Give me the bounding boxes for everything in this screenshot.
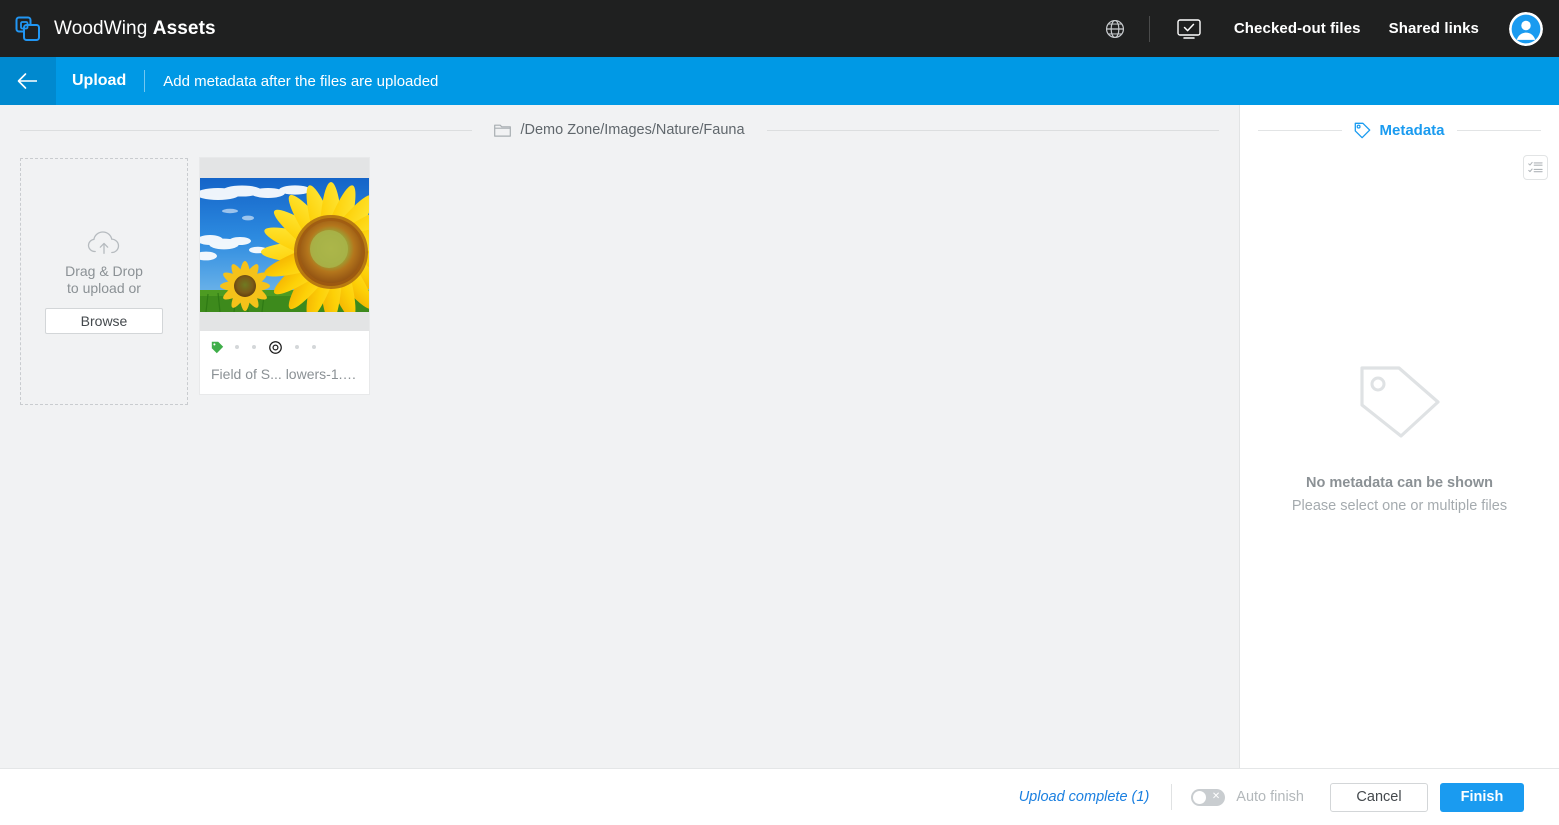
breadcrumb-path: /Demo Zone/Images/Nature/Fauna <box>520 122 745 138</box>
monitor-check-icon <box>1177 18 1201 39</box>
metadata-empty-subtitle: Please select one or multiple files <box>1291 498 1508 514</box>
metadata-panel-header: Metadata <box>1240 105 1559 155</box>
asset-card[interactable]: Field of S... lowers-1.jpg <box>200 158 369 394</box>
metadata-header-center[interactable]: Metadata <box>1342 122 1456 139</box>
upload-footer-bar: Upload complete (1) ✕ Auto finish Cancel… <box>0 768 1559 825</box>
asset-status-indicators <box>211 340 358 354</box>
woodwing-logo-icon <box>15 16 40 41</box>
large-tag-icon <box>1359 366 1440 438</box>
status-dot <box>295 345 299 349</box>
shared-links-link[interactable]: Shared links <box>1375 20 1493 37</box>
tag-icon <box>1355 122 1371 138</box>
status-dot <box>312 345 316 349</box>
upload-action-bar: Upload Add metadata after the files are … <box>0 57 1559 105</box>
metadata-rule-left <box>1258 129 1343 131</box>
toggle-knob <box>1193 790 1207 804</box>
asset-filename: Field of S... lowers-1.jpg <box>211 366 358 382</box>
dropzone-line-1: Drag & Drop <box>65 262 143 279</box>
upload-status-text: Upload complete (1) <box>1018 789 1150 805</box>
header-divider <box>1148 15 1150 42</box>
breadcrumb[interactable]: /Demo Zone/Images/Nature/Fauna <box>472 122 766 138</box>
language-globe-button[interactable] <box>1095 9 1135 49</box>
status-dot <box>252 345 256 349</box>
globe-icon <box>1105 19 1124 38</box>
copyright-status-icon[interactable] <box>269 340 282 354</box>
upload-screen: WoodWing Assets Checked-out files Shared… <box>0 0 1559 825</box>
back-button[interactable] <box>0 57 56 105</box>
browse-button[interactable]: Browse <box>45 307 163 334</box>
breadcrumb-rule-right <box>766 129 1219 131</box>
metadata-panel-title: Metadata <box>1379 121 1445 139</box>
sunflower-field-thumbnail <box>200 177 369 312</box>
auto-finish-label: Auto finish <box>1236 789 1304 805</box>
breadcrumb-rule-left <box>20 129 473 131</box>
folder-icon <box>494 124 512 137</box>
upload-grid: Drag & Drop to upload or Browse Field of… <box>0 155 1239 405</box>
metadata-toolbar <box>1240 155 1559 193</box>
dropzone-line-2: to upload or <box>67 279 141 296</box>
tag-status-icon[interactable] <box>211 341 224 354</box>
checklist-icon <box>1528 161 1543 173</box>
metadata-empty-title: No metadata can be shown <box>1306 475 1493 491</box>
cancel-button[interactable]: Cancel <box>1330 782 1428 812</box>
app-header: WoodWing Assets Checked-out files Shared… <box>0 0 1559 57</box>
arrow-left-icon <box>17 73 37 89</box>
header-actions: Checked-out files Shared links <box>1095 9 1543 49</box>
status-dot <box>235 345 239 349</box>
action-bar-divider <box>144 70 146 92</box>
breadcrumb-row: /Demo Zone/Images/Nature/Fauna <box>0 105 1239 155</box>
asset-card-meta: Field of S... lowers-1.jpg <box>200 331 369 394</box>
asset-thumbnail[interactable] <box>200 158 369 331</box>
brand[interactable]: WoodWing Assets <box>14 15 216 43</box>
checked-out-files-link[interactable]: Checked-out files <box>1220 20 1375 37</box>
metadata-rule-right <box>1456 129 1541 131</box>
metadata-list-view-button[interactable] <box>1523 155 1548 180</box>
upload-main-area: /Demo Zone/Images/Nature/Fauna Drag & Dr… <box>0 105 1239 768</box>
upload-subtitle: Add metadata after the files are uploade… <box>163 72 439 90</box>
drag-and-drop-zone[interactable]: Drag & Drop to upload or Browse <box>20 158 188 405</box>
metadata-panel: Metadata No metadata can be shown Please… <box>1239 105 1559 768</box>
brand-product: Assets <box>152 17 216 39</box>
brand-name: WoodWing <box>54 17 148 39</box>
cloud-upload-icon <box>87 230 120 254</box>
metadata-empty-state: No metadata can be shown Please select o… <box>1240 193 1559 768</box>
footer-divider <box>1171 784 1173 810</box>
auto-finish-toggle[interactable]: ✕ <box>1191 788 1226 806</box>
upload-title: Upload <box>72 72 127 89</box>
finish-button[interactable]: Finish <box>1440 782 1524 812</box>
brand-text: WoodWing Assets <box>54 18 216 40</box>
toggle-off-icon: ✕ <box>1211 791 1221 802</box>
checked-out-files-icon-button[interactable] <box>1172 12 1206 46</box>
user-avatar-icon[interactable] <box>1509 11 1543 46</box>
body: /Demo Zone/Images/Nature/Fauna Drag & Dr… <box>0 105 1559 768</box>
